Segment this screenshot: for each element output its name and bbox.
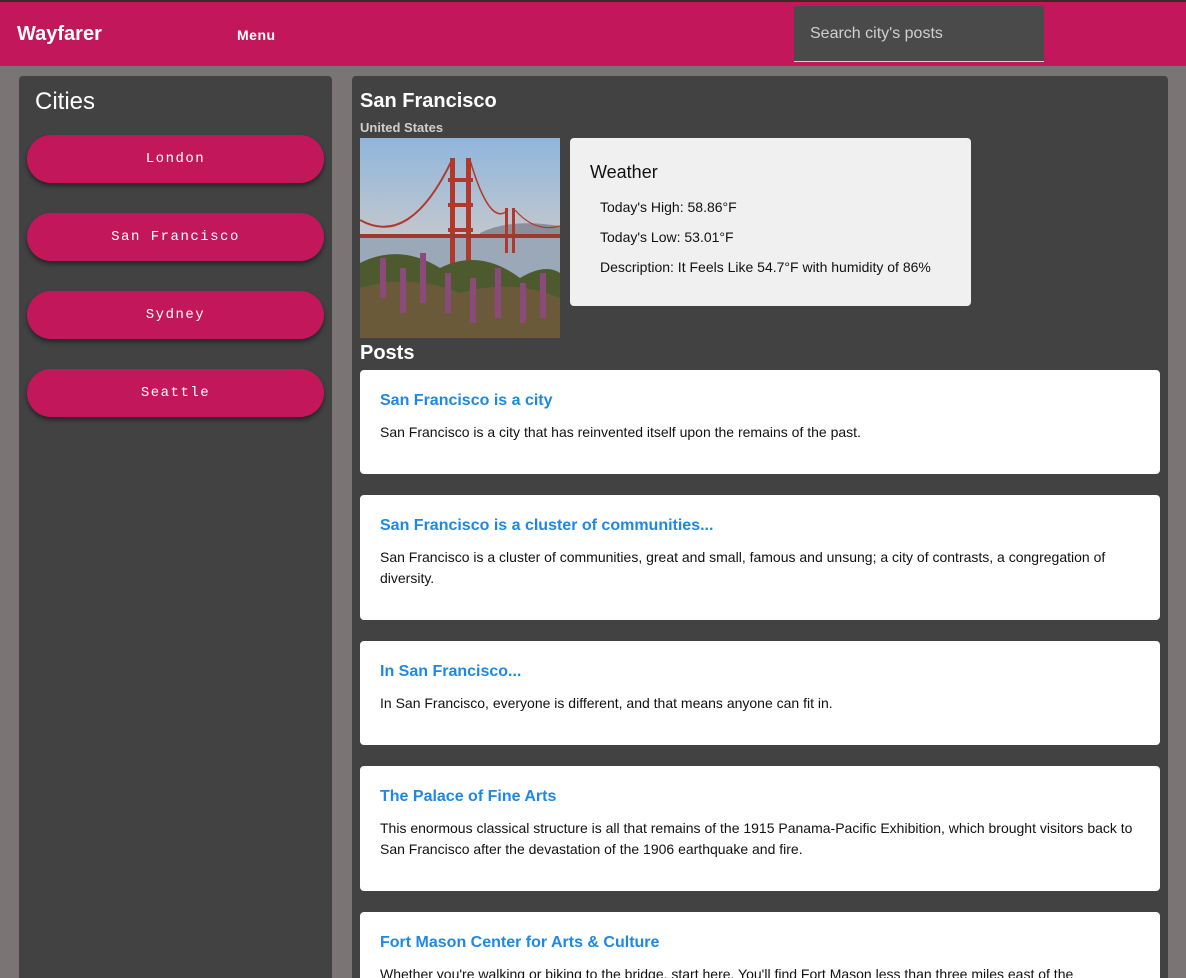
post-card: In San Francisco... In San Francisco, ev… <box>360 641 1160 745</box>
sidebar-title: Cities <box>35 88 96 115</box>
city-button-london[interactable]: London <box>27 135 324 183</box>
top-app-bar: Wayfarer Menu <box>0 0 1186 66</box>
post-card: San Francisco is a cluster of communitie… <box>360 495 1160 620</box>
weather-high: Today's High: 58.86°F <box>600 199 737 215</box>
city-country: United States <box>360 120 444 135</box>
city-button-sydney[interactable]: Sydney <box>27 291 324 339</box>
brand-title[interactable]: Wayfarer <box>17 23 102 46</box>
cities-sidebar: Cities London San Francisco Sydney Seatt… <box>19 76 332 978</box>
weather-description: Description: It Feels Like 54.7°F with h… <box>600 259 931 275</box>
menu-button[interactable]: Menu <box>237 27 276 43</box>
city-button-seattle[interactable]: Seattle <box>27 369 324 417</box>
post-body: San Francisco is a cluster of communitie… <box>380 549 1106 586</box>
search-input[interactable] <box>794 6 1044 61</box>
city-detail-panel: San Francisco United States Weather Toda… <box>352 76 1168 978</box>
post-body: Whether you're walking or biking to the … <box>380 966 1074 978</box>
city-photo <box>360 138 560 338</box>
post-card: San Francisco is a city San Francisco is… <box>360 370 1160 474</box>
post-card: Fort Mason Center for Arts & Culture Whe… <box>360 912 1160 978</box>
post-title-link[interactable]: San Francisco is a cluster of communitie… <box>380 517 713 535</box>
golden-gate-bridge-photo-icon <box>360 138 560 338</box>
post-body: In San Francisco, everyone is different,… <box>380 695 833 711</box>
post-card: The Palace of Fine Arts This enormous cl… <box>360 766 1160 891</box>
weather-title: Weather <box>590 162 658 182</box>
weather-low: Today's Low: 53.01°F <box>600 229 734 245</box>
posts-heading: Posts <box>360 342 415 364</box>
city-button-san-francisco[interactable]: San Francisco <box>27 213 324 261</box>
post-title-link[interactable]: San Francisco is a city <box>380 392 553 410</box>
post-title-link[interactable]: In San Francisco... <box>380 663 521 681</box>
search-field <box>794 6 1044 62</box>
post-title-link[interactable]: Fort Mason Center for Arts & Culture <box>380 934 659 952</box>
weather-card: Weather Today's High: 58.86°F Today's Lo… <box>570 138 971 306</box>
post-body: San Francisco is a city that has reinven… <box>380 424 861 440</box>
city-title: San Francisco <box>360 90 497 112</box>
post-body: This enormous classical structure is all… <box>380 820 1133 857</box>
post-title-link[interactable]: The Palace of Fine Arts <box>380 788 556 806</box>
